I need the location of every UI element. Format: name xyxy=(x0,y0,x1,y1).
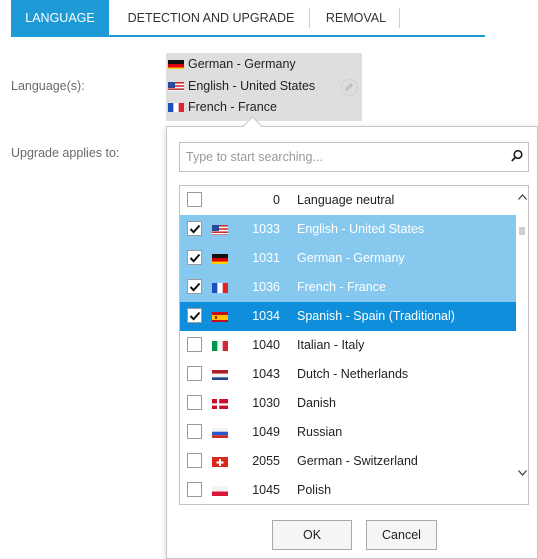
languages-label: Language(s): xyxy=(11,79,85,93)
language-name: English - United States xyxy=(297,222,425,236)
language-code: 1049 xyxy=(252,425,280,439)
language-name: German - Switzerland xyxy=(297,454,418,468)
checkbox[interactable] xyxy=(187,308,202,323)
checkbox[interactable] xyxy=(187,453,202,468)
language-code: 1045 xyxy=(252,483,280,497)
spain-flag-icon xyxy=(212,311,228,322)
checkmark-icon xyxy=(189,311,201,321)
list-item[interactable]: 1031 German - Germany xyxy=(180,244,517,273)
language-name: Dutch - Netherlands xyxy=(297,367,409,381)
netherlands-flag-icon xyxy=(212,369,228,380)
germany-flag-icon xyxy=(168,58,184,69)
list-item[interactable]: 1049 Russian xyxy=(180,418,517,447)
list-item[interactable]: 1036 French - France xyxy=(180,273,517,302)
language-code: 1036 xyxy=(252,280,280,294)
language-list[interactable]: 0 Language neutral 1033 English - United… xyxy=(179,185,529,505)
list-item[interactable]: 1030 Danish xyxy=(180,389,517,418)
tab-divider xyxy=(309,8,310,28)
scrollbar-thumb[interactable] xyxy=(519,227,525,235)
scroll-down-arrow-icon[interactable] xyxy=(518,470,527,476)
tab-detection-and-upgrade[interactable]: DETECTION AND UPGRADE xyxy=(111,0,311,35)
cancel-button[interactable]: Cancel xyxy=(366,520,437,550)
checkbox[interactable] xyxy=(187,250,202,265)
edit-languages-button[interactable] xyxy=(341,79,358,96)
checkmark-icon xyxy=(189,282,201,292)
search-input[interactable] xyxy=(186,147,496,167)
list-item[interactable]: 1034 Spanish - Spain (Traditional) xyxy=(180,302,517,331)
scroll-up-arrow-icon[interactable] xyxy=(518,194,527,200)
poland-flag-icon xyxy=(212,485,228,496)
france-flag-icon xyxy=(168,101,184,112)
checkbox[interactable] xyxy=(187,395,202,410)
checkbox[interactable] xyxy=(187,192,202,207)
language-name: Danish xyxy=(297,396,336,410)
language-code: 1033 xyxy=(252,222,280,236)
list-item[interactable]: 1033 English - United States xyxy=(180,215,517,244)
checkbox[interactable] xyxy=(187,482,202,497)
list-item[interactable]: 2055 German - Switzerland xyxy=(180,447,517,476)
language-code: 1043 xyxy=(252,367,280,381)
checkbox[interactable] xyxy=(187,366,202,381)
search-icon[interactable] xyxy=(510,149,524,163)
denmark-flag-icon xyxy=(212,398,228,409)
language-code: 1034 xyxy=(252,309,280,323)
search-box[interactable] xyxy=(179,142,529,172)
russia-flag-icon xyxy=(212,427,228,438)
language-code: 1030 xyxy=(252,396,280,410)
list-item[interactable]: 1045 Polish xyxy=(180,476,517,504)
italy-flag-icon xyxy=(212,340,228,351)
selected-language-name: English - United States xyxy=(188,79,316,93)
language-name: Russian xyxy=(297,425,343,439)
usa-flag-icon xyxy=(168,80,184,91)
selected-language-name: German - Germany xyxy=(188,57,296,71)
checkmark-icon xyxy=(189,253,201,263)
tab-removal[interactable]: REMOVAL xyxy=(311,0,401,35)
language-name: German - Germany xyxy=(297,251,405,265)
language-name: Polish xyxy=(297,483,332,497)
tab-bar: LANGUAGE DETECTION AND UPGRADE REMOVAL xyxy=(11,0,485,37)
ok-button[interactable]: OK xyxy=(272,520,352,550)
checkbox[interactable] xyxy=(187,279,202,294)
language-code: 0 xyxy=(273,193,280,207)
language-name: Spanish - Spain (Traditional) xyxy=(297,309,455,323)
germany-flag-icon xyxy=(212,253,228,264)
language-name: French - France xyxy=(297,280,386,294)
language-code: 2055 xyxy=(252,454,280,468)
checkmark-icon xyxy=(189,224,201,234)
language-name: Language neutral xyxy=(297,193,395,207)
switzerland-flag-icon xyxy=(212,456,228,467)
pencil-icon xyxy=(345,83,353,91)
selected-languages[interactable]: German - Germany English - United States… xyxy=(166,53,362,121)
language-code: 1031 xyxy=(252,251,280,265)
checkbox[interactable] xyxy=(187,424,202,439)
checkbox[interactable] xyxy=(187,221,202,236)
language-code: 1040 xyxy=(252,338,280,352)
upgrade-applies-label: Upgrade applies to: xyxy=(11,146,120,160)
checkbox[interactable] xyxy=(187,337,202,352)
tab-language[interactable]: LANGUAGE xyxy=(11,0,109,35)
list-scrollbar[interactable] xyxy=(516,186,528,504)
usa-flag-icon xyxy=(212,224,228,235)
language-name: Italian - Italy xyxy=(297,338,365,352)
tab-divider xyxy=(399,8,400,28)
selected-language-name: French - France xyxy=(188,100,277,114)
list-item[interactable]: 0 Language neutral xyxy=(180,186,517,215)
list-item[interactable]: 1040 Italian - Italy xyxy=(180,331,517,360)
list-item[interactable]: 1043 Dutch - Netherlands xyxy=(180,360,517,389)
france-flag-icon xyxy=(212,282,228,293)
